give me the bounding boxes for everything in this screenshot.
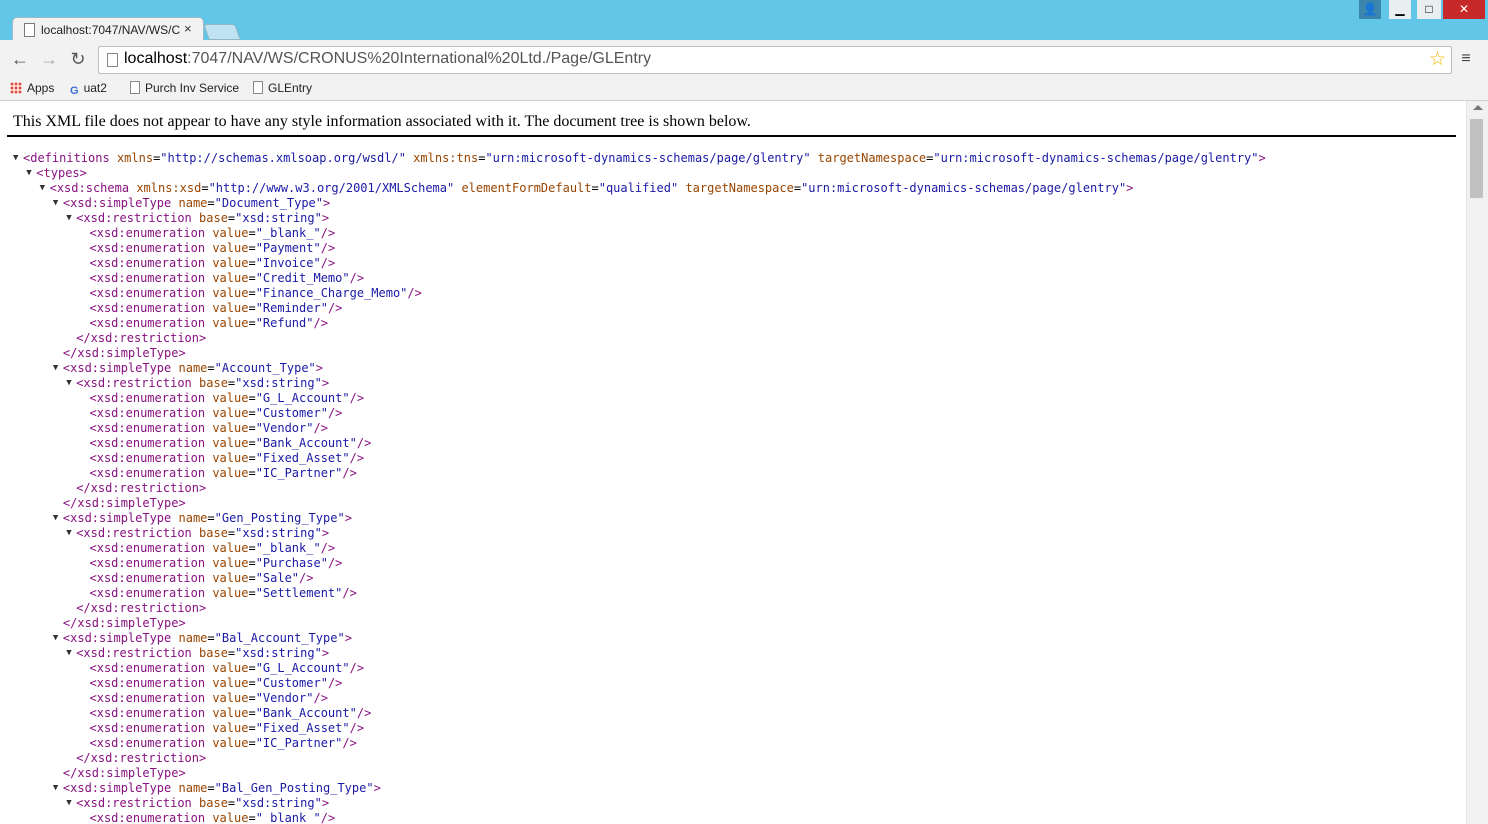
collapse-triangle-icon[interactable]: ▼ (66, 376, 74, 391)
xml-line-text: <definitions xmlns="http://schemas.xmlso… (23, 151, 1266, 165)
bookmark-apps[interactable]: Apps (10, 81, 54, 95)
xml-viewer: This XML file does not appear to have an… (0, 101, 1466, 824)
xml-line-text: <xsd:enumeration value="Credit_Memo"/> (89, 271, 365, 285)
xml-line-text: <xsd:enumeration value="_blank_"/> (89, 226, 336, 240)
collapse-triangle-icon[interactable]: ▼ (53, 631, 61, 646)
g-icon: G (70, 85, 79, 97)
xml-line-text: <xsd:restriction base="xsd:string"> (76, 376, 330, 390)
divider (7, 135, 1456, 137)
bookmark-label: uat2 (83, 81, 107, 95)
xml-line-text: <xsd:enumeration value="Customer"/> (89, 406, 343, 420)
xml-line-text: <xsd:enumeration value="Purchase"/> (89, 556, 343, 570)
page-icon (253, 81, 263, 94)
bookmark-purch-inv-service[interactable]: Purch Inv Service (130, 81, 239, 95)
xml-line-text: </xsd:simpleType> (62, 766, 186, 780)
xml-line-text: </xsd:simpleType> (62, 346, 186, 360)
close-window-button[interactable]: ✕ (1443, 0, 1485, 19)
bookmark-label: Purch Inv Service (145, 81, 240, 95)
bookmark-star-icon[interactable]: ☆ (1429, 48, 1446, 71)
collapse-triangle-icon[interactable]: ▼ (66, 646, 74, 661)
new-tab-button[interactable] (203, 24, 241, 40)
xml-line-text: <xsd:restriction base="xsd:string"> (76, 526, 330, 540)
xml-line-text: <xsd:enumeration value="Customer"/> (89, 676, 343, 690)
collapse-triangle-icon[interactable]: ▼ (53, 196, 61, 211)
xml-line-text: <xsd:enumeration value="IC_Partner"/> (89, 736, 357, 750)
scroll-up-arrow-icon[interactable] (1473, 105, 1483, 110)
xml-line-text: <xsd:simpleType name="Account_Type"> (62, 361, 324, 375)
xml-line-text: <xsd:enumeration value="Refund"/> (89, 316, 328, 330)
xml-line-text: <xsd:enumeration value="G_L_Account"/> (89, 391, 365, 405)
xml-line-text: <types> (36, 166, 87, 180)
tab-title: localhost:7047/NAV/WS/C (41, 23, 181, 37)
xml-line-text: <xsd:enumeration value="Invoice"/> (89, 256, 336, 270)
collapse-triangle-icon[interactable]: ▼ (53, 361, 61, 376)
xml-line-text: <xsd:enumeration value="Fixed_Asset"/> (89, 451, 365, 465)
xml-line-text: <xsd:enumeration value="Settlement"/> (89, 586, 357, 600)
url-path: :7047/NAV/WS/CRONUS%20International%20Lt… (187, 50, 652, 67)
xml-line-text: <xsd:enumeration value="Bank_Account"/> (89, 706, 372, 720)
collapse-triangle-icon[interactable]: ▼ (66, 526, 74, 541)
scrollbar-thumb[interactable] (1470, 119, 1483, 198)
xml-line-text: <xsd:enumeration value="Reminder"/> (89, 301, 343, 315)
xml-line-text: </xsd:restriction> (76, 331, 207, 345)
tab-glentry[interactable]: localhost:7047/NAV/WS/C × (12, 17, 204, 42)
xml-info-message: This XML file does not appear to have an… (13, 113, 751, 130)
xml-line-text: <xsd:simpleType name="Bal_Account_Type"> (62, 631, 352, 645)
apps-icon (10, 82, 22, 94)
xml-line-text: <xsd:enumeration value="Bank_Account"/> (89, 436, 372, 450)
browser-menu-button[interactable]: ≡ (1458, 50, 1474, 68)
xml-line-text: <xsd:enumeration value="_blank_"/> (89, 811, 336, 824)
collapse-triangle-icon[interactable]: ▼ (26, 166, 34, 181)
xml-line-text: </xsd:simpleType> (62, 616, 186, 630)
forward-button[interactable]: → (38, 48, 60, 70)
xml-line-text: <xsd:simpleType name="Document_Type"> (62, 196, 331, 210)
bookmark-uat2[interactable]: Guat2 (70, 81, 107, 97)
xml-line-text: </xsd:restriction> (76, 601, 207, 615)
xml-line-text: <xsd:enumeration value="Fixed_Asset"/> (89, 721, 365, 735)
minimize-button[interactable]: ▁ (1389, 0, 1411, 19)
collapse-triangle-icon[interactable]: ▼ (66, 211, 74, 226)
bookmark-glentry[interactable]: GLEntry (253, 81, 312, 95)
back-button[interactable]: ← (9, 48, 31, 70)
page-icon (107, 53, 118, 67)
window-titlebar: localhost:7047/NAV/WS/C × 👤 ▁ □ ✕ (0, 0, 1488, 42)
xml-line-text: <xsd:enumeration value="Payment"/> (89, 241, 336, 255)
bookmarks-bar: Apps Guat2 Purch Inv Service GLEntry (0, 78, 1488, 101)
reload-button[interactable]: ↻ (67, 48, 89, 70)
page-icon (24, 23, 35, 37)
url-text[interactable]: localhost:7047/NAV/WS/CRONUS%20Internati… (124, 50, 651, 68)
tab-close-icon[interactable]: × (184, 21, 192, 36)
collapse-triangle-icon[interactable]: ▼ (53, 511, 61, 526)
xml-line-text: </xsd:restriction> (76, 481, 207, 495)
xml-line-text: <xsd:enumeration value="Vendor"/> (89, 421, 328, 435)
collapse-triangle-icon[interactable]: ▼ (13, 151, 21, 166)
xml-line-text: <xsd:enumeration value="_blank_"/> (89, 541, 336, 555)
address-bar[interactable]: localhost:7047/NAV/WS/CRONUS%20Internati… (98, 46, 1452, 74)
bookmark-label: GLEntry (268, 81, 313, 95)
xml-line-text: <xsd:enumeration value="Vendor"/> (89, 691, 328, 705)
xml-line-text: </xsd:restriction> (76, 751, 207, 765)
collapse-triangle-icon[interactable]: ▼ (66, 796, 74, 811)
maximize-button[interactable]: □ (1417, 0, 1441, 19)
xml-line-text: <xsd:enumeration value="G_L_Account"/> (89, 661, 365, 675)
xml-line-text: <xsd:enumeration value="IC_Partner"/> (89, 466, 357, 480)
page-icon (130, 81, 140, 94)
xml-line-text: </xsd:simpleType> (62, 496, 186, 510)
bookmark-label: Apps (27, 81, 55, 95)
xml-line-text: <xsd:restriction base="xsd:string"> (76, 796, 330, 810)
browser-toolbar: ← → ↻ localhost:7047/NAV/WS/CRONUS%20Int… (0, 40, 1488, 78)
vertical-scrollbar[interactable] (1466, 101, 1488, 824)
xml-line-text: <xsd:enumeration value="Sale"/> (89, 571, 314, 585)
xml-line-text: <xsd:restriction base="xsd:string"> (76, 211, 330, 225)
collapse-triangle-icon[interactable]: ▼ (40, 181, 48, 196)
xml-line-text: <xsd:enumeration value="Finance_Charge_M… (89, 286, 422, 300)
collapse-triangle-icon[interactable]: ▼ (53, 781, 61, 796)
xml-line-text: <xsd:simpleType name="Gen_Posting_Type"> (62, 511, 352, 525)
xml-line-text: <xsd:simpleType name="Bal_Gen_Posting_Ty… (62, 781, 381, 795)
xml-line-text: <xsd:schema xmlns:xsd="http://www.w3.org… (49, 181, 1134, 195)
url-host: localhost (124, 50, 188, 67)
xml-line-text: <xsd:restriction base="xsd:string"> (76, 646, 330, 660)
user-profile-button[interactable]: 👤 (1359, 0, 1381, 19)
